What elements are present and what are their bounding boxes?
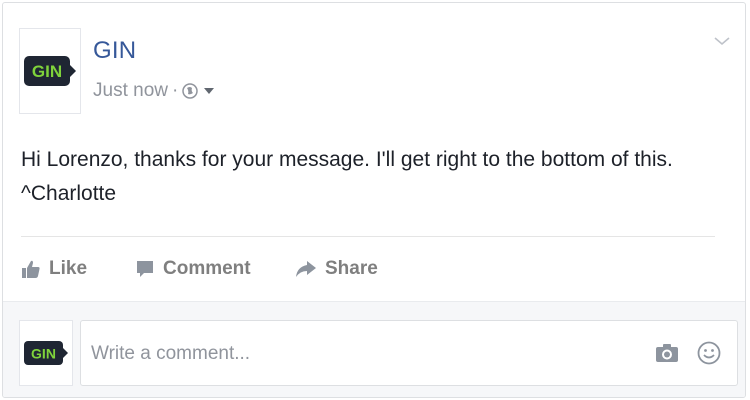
comment-button[interactable]: Comment (135, 258, 295, 280)
comment-composer: GIN (3, 301, 745, 397)
comment-input[interactable] (89, 321, 633, 387)
camera-icon[interactable] (655, 343, 679, 363)
share-button[interactable]: Share (295, 258, 378, 280)
divider (21, 236, 715, 237)
post-timestamp[interactable]: Just now (93, 80, 168, 102)
comment-bubble-icon (137, 261, 153, 277)
post-meta: Just now · (93, 80, 215, 102)
like-button[interactable]: Like (21, 258, 135, 280)
chevron-down-icon[interactable] (713, 35, 731, 47)
share-label: Share (325, 258, 378, 279)
page-name-link[interactable]: GIN (93, 37, 136, 65)
commenter-avatar-text: GIN (31, 346, 56, 362)
post-message: Hi Lorenzo, thanks for your message. I'l… (21, 143, 721, 211)
avatar-logo-text: GIN (32, 62, 62, 81)
page-avatar[interactable]: GIN (19, 28, 81, 114)
comment-label: Comment (163, 258, 251, 279)
post-actions: Like Comment Share (21, 249, 378, 289)
gin-logo: GIN (24, 56, 76, 86)
audience-caret-icon[interactable] (203, 85, 215, 97)
share-arrow-icon (296, 261, 316, 277)
message-signature: ^Charlotte (21, 182, 117, 205)
thumbs-up-icon (22, 260, 40, 278)
smiley-icon[interactable] (697, 341, 721, 365)
meta-separator: · (171, 80, 179, 101)
post-card: GIN GIN Just now · Hi Lorenzo, thanks fo… (2, 2, 746, 398)
comment-box[interactable] (80, 320, 738, 387)
gin-logo-small: GIN (24, 341, 68, 365)
message-line: Hi Lorenzo, thanks for your message. I'l… (21, 148, 673, 171)
globe-icon[interactable] (182, 83, 199, 99)
commenter-avatar[interactable]: GIN (19, 320, 73, 386)
like-label: Like (49, 258, 88, 279)
